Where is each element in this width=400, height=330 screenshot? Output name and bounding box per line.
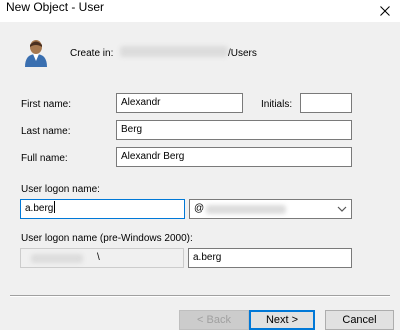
pre2000-domain-redacted — [31, 254, 83, 263]
pre2000-domain-field: \ — [20, 248, 184, 268]
initials-label: Initials: — [261, 99, 293, 110]
full-name-label: Full name: — [21, 153, 68, 164]
create-in-path: /Users — [228, 48, 257, 59]
separator — [10, 295, 390, 297]
new-object-user-dialog: New Object - User Create in: /Users Firs… — [0, 0, 400, 330]
domain-suffix-combo[interactable]: @ — [189, 199, 352, 219]
initials-field[interactable] — [300, 93, 352, 113]
last-name-field[interactable]: Berg — [116, 120, 352, 140]
next-button[interactable]: Next > — [249, 310, 315, 330]
first-name-field[interactable]: Alexandr — [116, 93, 243, 113]
dialog-body: Create in: /Users First name: Alexandr I… — [0, 22, 400, 330]
create-in-redacted — [120, 46, 228, 57]
create-in-label: Create in: — [70, 48, 114, 59]
close-button[interactable] — [370, 0, 400, 22]
close-icon — [380, 6, 390, 16]
logon-name-value: a.berg — [25, 203, 54, 214]
text-caret — [54, 201, 56, 213]
logon-name-label: User logon name: — [21, 184, 100, 195]
domain-at-sign: @ — [194, 203, 205, 214]
window-title: New Object - User — [6, 0, 105, 14]
chevron-down-icon — [337, 206, 347, 212]
full-name-field[interactable]: Alexandr Berg — [116, 147, 352, 167]
back-button[interactable]: < Back — [179, 310, 249, 330]
pre2000-logon-field[interactable]: a.berg — [188, 248, 352, 268]
pre2000-domain-suffix: \ — [97, 252, 100, 263]
domain-redacted — [206, 205, 286, 214]
user-icon — [25, 40, 47, 67]
pre2000-label: User logon name (pre-Windows 2000): — [21, 233, 193, 244]
logon-name-field[interactable]: a.berg — [20, 199, 185, 219]
last-name-label: Last name: — [21, 126, 71, 137]
title-bar: New Object - User — [0, 0, 400, 22]
first-name-label: First name: — [21, 99, 72, 110]
cancel-button[interactable]: Cancel — [325, 310, 394, 330]
